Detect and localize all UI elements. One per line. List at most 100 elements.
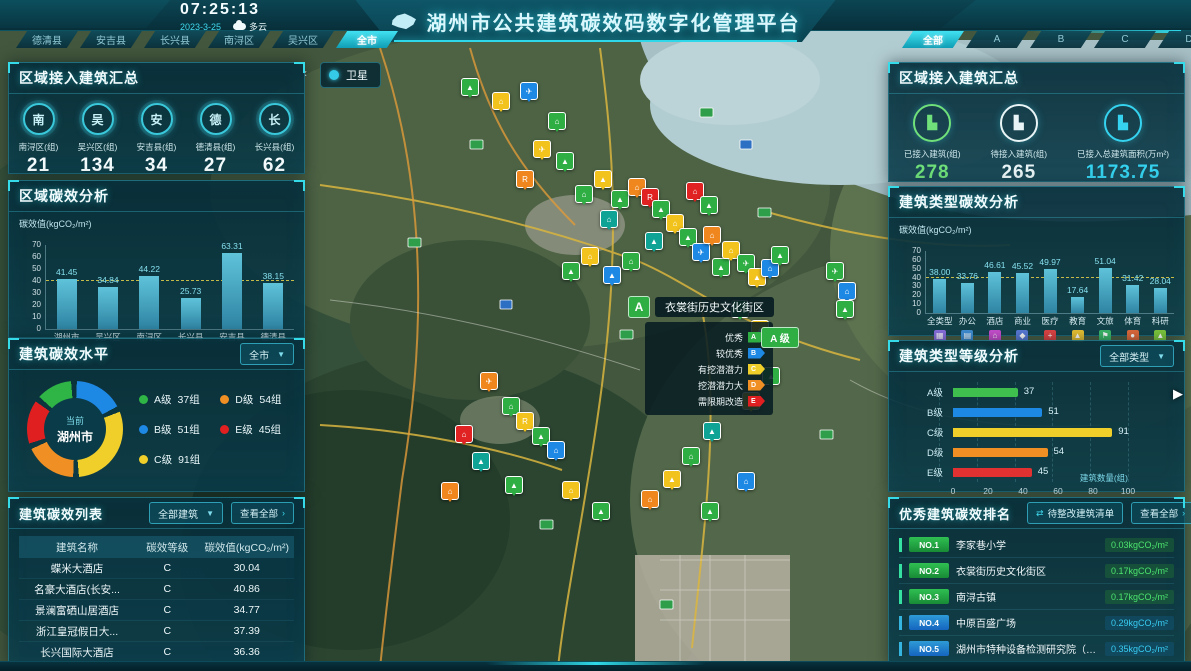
map-marker[interactable]: ⌂ <box>581 247 599 265</box>
map-marker[interactable]: ⌂ <box>562 481 580 499</box>
map-marker[interactable]: ▲ <box>594 170 612 188</box>
map-marker[interactable]: ⌂ <box>838 282 856 300</box>
map-marker[interactable]: ▲ <box>700 196 718 214</box>
map-marker[interactable]: ⌂ <box>441 482 459 500</box>
panel-title: 建筑碳效水平 <box>19 344 109 364</box>
map-marker[interactable]: ▲ <box>701 502 719 520</box>
map-marker[interactable]: ⌂ <box>703 226 721 244</box>
map-marker[interactable]: ✈ <box>480 372 498 390</box>
region-tab-长兴县[interactable]: 长兴县 <box>144 31 206 48</box>
region-tab-南浔区[interactable]: 南浔区 <box>208 31 270 48</box>
view-all-button[interactable]: 查看全部 › <box>1131 502 1191 524</box>
map-marker[interactable]: ✈ <box>692 243 710 261</box>
bar-长兴县: 25.73长兴县 <box>170 245 211 329</box>
map-marker[interactable]: ⌂ <box>622 252 640 270</box>
map-marker[interactable]: ▲ <box>771 246 789 264</box>
map-marker[interactable]: ⌂ <box>492 92 510 110</box>
bar-德清县: 38.15德清县 <box>253 245 294 329</box>
region-tab-安吉县[interactable]: 安吉县 <box>80 31 142 48</box>
map-marker[interactable]: ✈ <box>533 140 551 158</box>
cell-building-name: 景澜富硒山居酒店 <box>19 603 135 618</box>
map-marker[interactable]: R <box>516 412 534 430</box>
map-marker[interactable]: ▲ <box>505 476 523 494</box>
ranking-row-NO.5[interactable]: NO.5湖州市特种设备检测研究院（长兴）0.35kgCO₂/m² <box>899 636 1174 662</box>
map-marker[interactable]: ▲ <box>611 190 629 208</box>
bar-value: 34.84 <box>97 275 118 285</box>
cloud-icon <box>233 23 246 30</box>
view-all-button[interactable]: 查看全部 › <box>231 502 294 524</box>
rectify-list-button[interactable]: ⇄ 待整改建筑清单 <box>1027 502 1123 524</box>
region-tab-吴兴区[interactable]: 吴兴区 <box>272 31 334 48</box>
ranking-row-NO.1[interactable]: NO.1李家巷小学0.03kgCO₂/m² <box>899 532 1174 558</box>
map-marker[interactable]: ✈ <box>520 82 538 100</box>
legend-count: 54组 <box>259 392 281 407</box>
city-dropdown[interactable]: 全市 ▼ <box>240 343 294 365</box>
ranking-row-NO.2[interactable]: NO.2衣裳街历史文化街区0.17kgCO₂/m² <box>899 558 1174 584</box>
grade-bar <box>953 428 1112 437</box>
map-marker[interactable]: ▲ <box>461 78 479 96</box>
donut-center-bottom: 湖州市 <box>57 428 93 445</box>
region-tab-德清县[interactable]: 德清县 <box>16 31 78 48</box>
building-filter-dropdown[interactable]: 全部建筑 ▼ <box>149 502 223 524</box>
map-marker[interactable]: ▲ <box>645 232 663 250</box>
grade-bar-row-C级: C级91 <box>927 422 1128 442</box>
bar <box>933 279 946 313</box>
map-marker[interactable]: ⌂ <box>737 472 755 490</box>
map-marker[interactable]: ▲ <box>836 300 854 318</box>
rank-tick <box>899 564 902 578</box>
table-row[interactable]: 长兴国际大酒店C36.36 <box>19 642 294 663</box>
table-row[interactable]: 景澜富硒山居酒店C34.77 <box>19 600 294 621</box>
grade-tab-全部[interactable]: 全部 <box>902 31 964 48</box>
donut-center-top: 当前 <box>66 414 84 427</box>
city-map-icon <box>391 12 417 30</box>
bar-酒店: 46.61酒店⌂ <box>981 251 1009 313</box>
region-tab-全市[interactable]: 全市 <box>336 31 398 48</box>
map-marker[interactable]: ⌂ <box>548 112 566 130</box>
map-marker[interactable]: ⌂ <box>682 447 700 465</box>
access-stat: ▙已接入建筑(组)278 <box>904 104 961 184</box>
rank-tick <box>899 616 902 630</box>
rank-building-name: 湖州市特种设备检测研究院（长兴） <box>956 641 1098 656</box>
bar <box>988 272 1001 313</box>
grade-tab-D[interactable]: D <box>1158 31 1191 48</box>
map-marker[interactable]: ▲ <box>603 266 621 284</box>
map-marker[interactable]: ⌂ <box>641 490 659 508</box>
map-marker[interactable]: ⌂ <box>575 185 593 203</box>
bar-label: 科研 <box>1152 315 1169 327</box>
map-marker[interactable]: ⌂ <box>547 441 565 459</box>
map-marker[interactable]: ▲ <box>592 502 610 520</box>
grade-tabs: 全部ABCDE <box>902 31 1191 48</box>
y-tick: 20 <box>32 300 41 309</box>
bar-体育: 31.42体育● <box>1119 251 1147 313</box>
map-tooltip[interactable]: A 衣裳街历史文化街区 <box>628 296 774 318</box>
bar <box>1016 273 1029 313</box>
grade-tab-C[interactable]: C <box>1094 31 1156 48</box>
bar-全类型: 38.00全类型▦ <box>926 251 954 313</box>
tooltip-name: 衣裳街历史文化街区 <box>655 297 774 317</box>
map-marker[interactable]: ▲ <box>703 422 721 440</box>
panel-scroll-arrow-icon[interactable]: ▶ <box>1173 386 1183 402</box>
cell-value: 37.39 <box>199 625 294 637</box>
map-marker[interactable]: ▲ <box>663 470 681 488</box>
y-axis-label: 碳效值(kgCO₂/m²) <box>19 217 304 230</box>
table-row[interactable]: 浙江皇冠假日大...C37.39 <box>19 621 294 642</box>
table-row[interactable]: 蝶米大酒店C30.04 <box>19 558 294 579</box>
grade-tab-A[interactable]: A <box>966 31 1028 48</box>
map-marker[interactable]: ▲ <box>472 452 490 470</box>
table-row[interactable]: 名豪大酒店(长安...C40.86 <box>19 579 294 600</box>
map-marker[interactable]: ⌂ <box>455 425 473 443</box>
bar <box>98 287 118 329</box>
ranking-row-NO.4[interactable]: NO.4中原百盛广场0.29kgCO₂/m² <box>899 610 1174 636</box>
region-summary-value: 27 <box>204 155 227 177</box>
map-marker[interactable]: ▲ <box>562 262 580 280</box>
grade-tab-B[interactable]: B <box>1030 31 1092 48</box>
map-marker[interactable]: ▲ <box>556 152 574 170</box>
map-marker[interactable]: R <box>516 170 534 188</box>
bar-value: 44.22 <box>139 264 160 274</box>
ranking-row-NO.3[interactable]: NO.3南浔古镇0.17kgCO₂/m² <box>899 584 1174 610</box>
type-filter-dropdown[interactable]: 全部类型 ▼ <box>1100 345 1174 367</box>
satellite-toggle[interactable]: 卫星 <box>320 62 381 88</box>
map-marker[interactable]: ✈ <box>826 262 844 280</box>
cell-grade: C <box>135 604 199 616</box>
map-marker[interactable]: ⌂ <box>600 210 618 228</box>
